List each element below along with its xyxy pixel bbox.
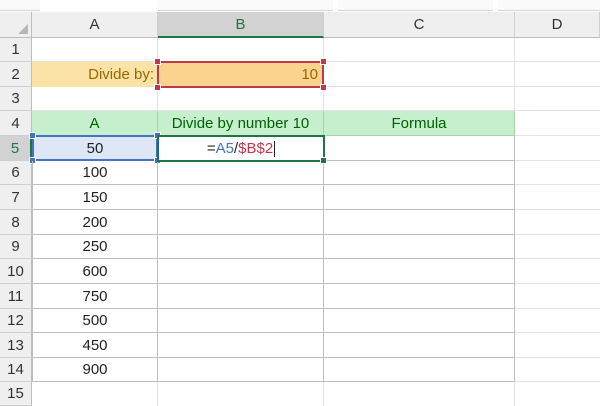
cell-b13[interactable] [158, 333, 324, 358]
row-header-4[interactable]: 4 [0, 111, 32, 136]
cell-c8[interactable] [324, 210, 515, 235]
cell-c9[interactable] [324, 235, 515, 259]
toolbar-strip [0, 0, 40, 11]
cell-c7[interactable] [324, 185, 515, 210]
divide-by-label: Divide by: [32, 62, 158, 87]
cell-a7[interactable]: 150 [32, 185, 158, 210]
cell-a10[interactable]: 600 [32, 259, 158, 284]
cell-c11[interactable] [324, 284, 515, 309]
cell-b8[interactable] [158, 210, 324, 235]
table-header-a: A [32, 111, 158, 136]
cell-b10[interactable] [158, 259, 324, 284]
divisor-value-cell[interactable]: 10 [157, 61, 324, 88]
range-handle-icon[interactable] [29, 132, 36, 139]
select-all-button[interactable] [0, 12, 32, 38]
cell-b5-formula-editor[interactable]: = A5 / $B$2 [157, 135, 325, 162]
cell-c13[interactable] [324, 333, 515, 358]
row-header-14[interactable]: 14 [0, 358, 32, 382]
row-header-3[interactable]: 3 [0, 87, 32, 111]
column-header-d[interactable]: D [515, 12, 600, 38]
cell-c14[interactable] [324, 358, 515, 382]
row-header-13[interactable]: 13 [0, 333, 32, 358]
cell-a9[interactable]: 250 [32, 235, 158, 259]
cell-b6[interactable] [158, 161, 324, 185]
cell-c6[interactable] [324, 161, 515, 185]
row-header-12[interactable]: 12 [0, 309, 32, 333]
cell-c5[interactable] [324, 136, 515, 161]
cell-a13[interactable]: 450 [32, 333, 158, 358]
cell-b9[interactable] [158, 235, 324, 259]
row-header-8[interactable]: 8 [0, 210, 32, 235]
formula-ref-a5: A5 [215, 140, 234, 157]
cell-b14[interactable] [158, 358, 324, 382]
cell-c12[interactable] [324, 309, 515, 333]
cell-b12[interactable] [158, 309, 324, 333]
range-handle-icon[interactable] [320, 84, 327, 91]
row-header-1[interactable]: 1 [0, 38, 32, 62]
row-header-11[interactable]: 11 [0, 284, 32, 309]
column-header-b[interactable]: B [158, 12, 324, 38]
row-header-15[interactable]: 15 [0, 382, 32, 406]
cell-c10[interactable] [324, 259, 515, 284]
row-header-5[interactable]: 5 [0, 136, 32, 161]
range-handle-icon[interactable] [320, 58, 327, 65]
row-header-2[interactable]: 2 [0, 62, 32, 87]
formula-ref-b2: $B$2 [238, 140, 274, 157]
cell-a8[interactable]: 200 [32, 210, 158, 235]
cell-a14[interactable]: 900 [32, 358, 158, 382]
table-header-divide: Divide by number 10 [158, 111, 324, 136]
table-header-formula: Formula [324, 111, 515, 136]
column-header-a[interactable]: A [32, 12, 158, 38]
row-header-10[interactable]: 10 [0, 259, 32, 284]
cell-a5[interactable]: 50 [32, 135, 158, 161]
column-header-c[interactable]: C [324, 12, 515, 38]
row-header-6[interactable]: 6 [0, 161, 32, 185]
toolbar-strip [158, 0, 333, 11]
cell-b11[interactable] [158, 284, 324, 309]
range-handle-icon[interactable] [154, 58, 161, 65]
cell-b7[interactable] [158, 185, 324, 210]
toolbar-strip [338, 0, 493, 11]
formula-equals: = [206, 140, 216, 157]
cell-a6[interactable]: 100 [32, 161, 158, 185]
toolbar-strip [498, 0, 600, 11]
text-caret [274, 140, 276, 157]
range-handle-icon[interactable] [154, 84, 161, 91]
select-all-triangle-icon [18, 24, 28, 34]
cell-a12[interactable]: 500 [32, 309, 158, 333]
fill-handle-icon[interactable] [320, 157, 327, 164]
row-header-7[interactable]: 7 [0, 185, 32, 210]
row-header-9[interactable]: 9 [0, 235, 32, 259]
spreadsheet: A B C D 1 2 3 4 5 6 7 8 9 10 11 12 13 14… [0, 0, 600, 406]
cell-a11[interactable]: 750 [32, 284, 158, 309]
